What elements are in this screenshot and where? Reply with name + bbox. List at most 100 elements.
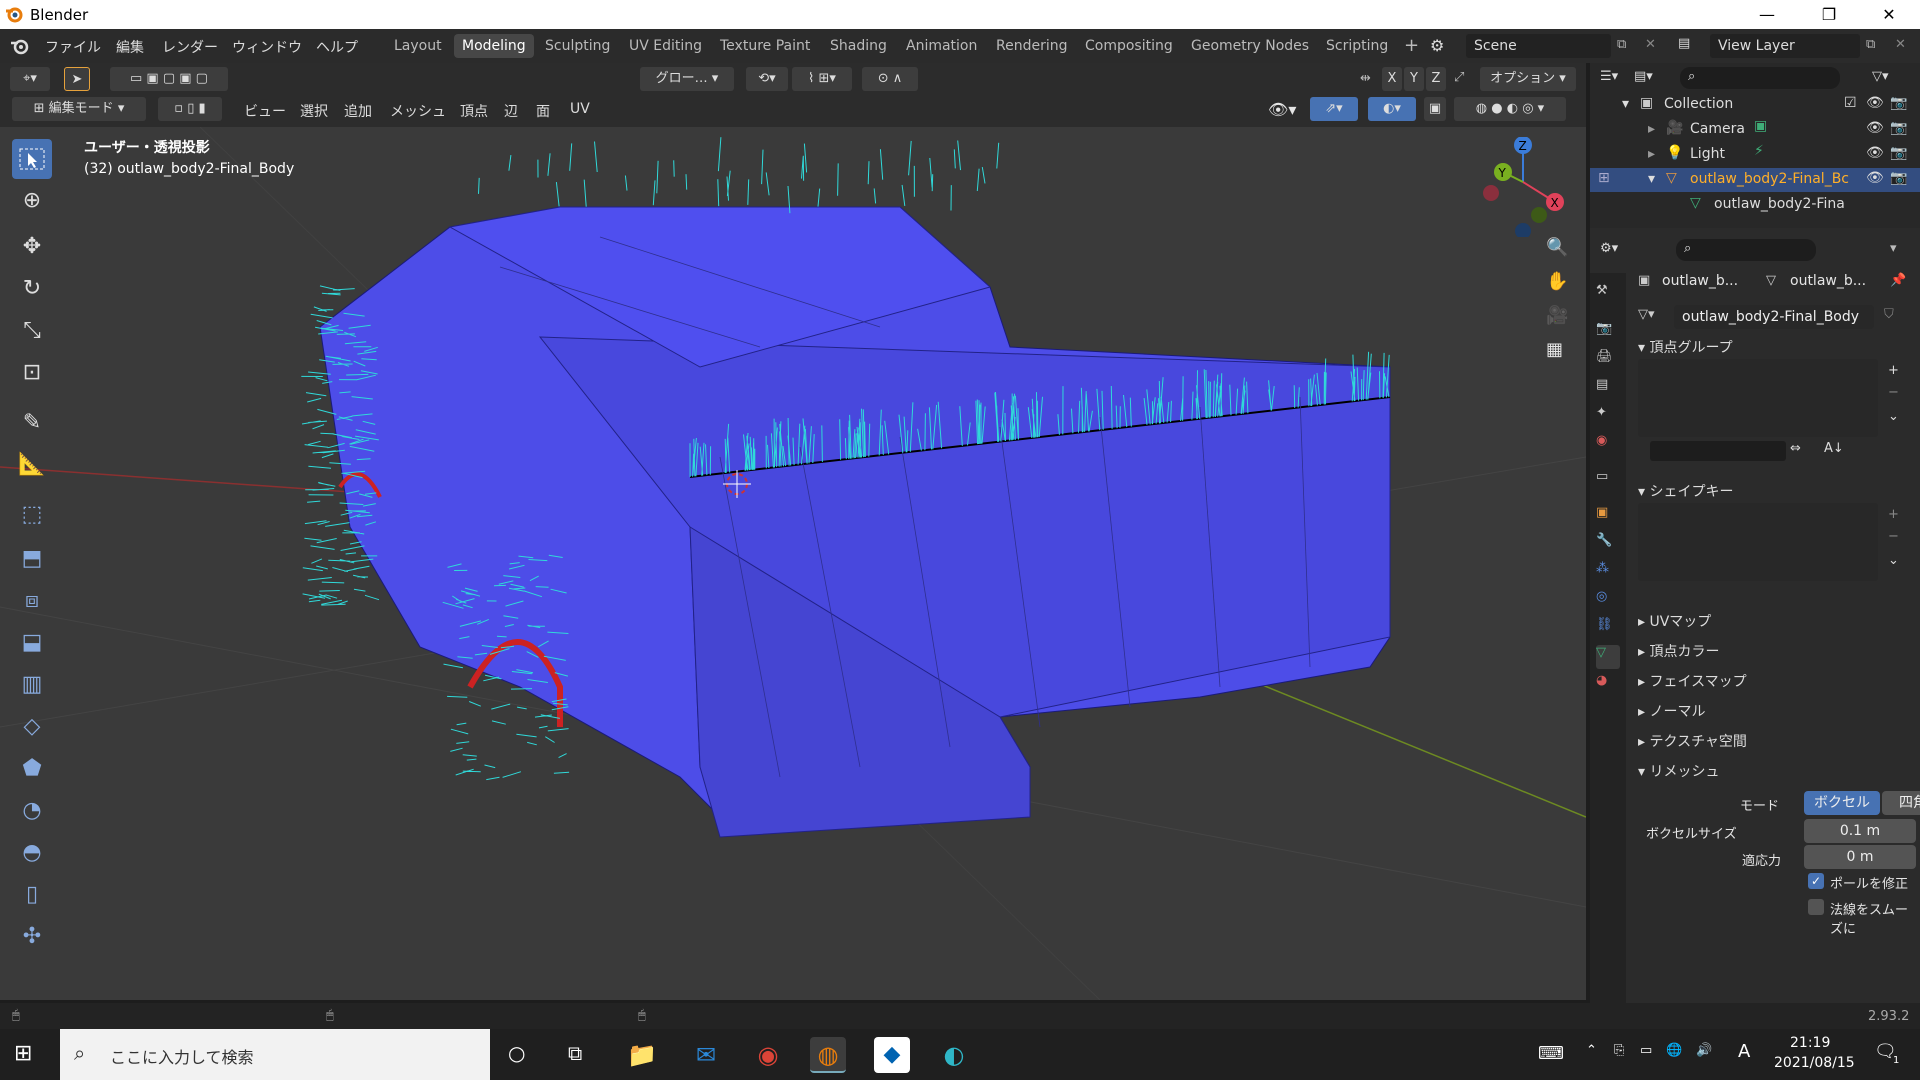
breadcrumb-mesh[interactable]: outlaw_b... bbox=[1790, 273, 1866, 289]
menu-file[interactable]: ファイル bbox=[45, 37, 101, 57]
render-camera-icon[interactable]: 📷 bbox=[1890, 145, 1907, 161]
render-camera-icon[interactable]: 📷 bbox=[1890, 120, 1907, 136]
tab-geometry-nodes[interactable]: Geometry Nodes bbox=[1183, 34, 1317, 58]
tab-rendering[interactable]: Rendering bbox=[988, 34, 1076, 58]
mesh-name-field[interactable]: outlaw_body2-Final_Body bbox=[1674, 305, 1874, 329]
delete-view-layer-icon[interactable]: ✕ bbox=[1895, 37, 1906, 52]
shape-keys-header[interactable]: ▾ シェイプキー bbox=[1638, 481, 1733, 501]
tool-tab-icon[interactable]: ⚒ bbox=[1596, 283, 1620, 307]
world-tab-icon[interactable]: ◉ bbox=[1596, 433, 1620, 457]
pin-icon[interactable]: 📌 bbox=[1890, 273, 1906, 288]
scene-selector[interactable]: Scene bbox=[1466, 34, 1611, 58]
menu-select[interactable]: 選択 bbox=[300, 101, 328, 121]
outliner-editor-icon[interactable]: ☰▾ bbox=[1600, 69, 1618, 84]
visibility-icon[interactable]: 👁▾ bbox=[1268, 100, 1296, 119]
fix-poles-checkbox[interactable]: ✓ bbox=[1808, 873, 1824, 889]
blender-menu-icon[interactable] bbox=[10, 37, 30, 55]
remove-shape-key-icon[interactable]: − bbox=[1888, 529, 1899, 544]
vertex-group-menu-icon[interactable]: ⌄ bbox=[1888, 409, 1899, 424]
add-workspace-button[interactable]: + bbox=[1396, 34, 1427, 58]
render-camera-icon[interactable]: 📷 bbox=[1890, 170, 1907, 186]
tab-scripting[interactable]: Scripting bbox=[1318, 34, 1396, 58]
render-tab-icon[interactable]: 📷 bbox=[1596, 321, 1620, 345]
uv-maps-header[interactable]: ▸ UVマップ bbox=[1638, 611, 1711, 631]
select-mode-buttons[interactable]: ▭ ▣ ▢ ▣ ▢ bbox=[110, 67, 228, 91]
measure-tool-icon[interactable]: 📐 bbox=[12, 445, 52, 485]
add-cube-tool-icon[interactable]: ⬚ bbox=[12, 495, 52, 535]
outliner-row-camera[interactable]: ▸ 🎥 Camera ▣ 👁 📷 bbox=[1590, 118, 1920, 142]
cursor-tool-icon[interactable]: ⊕ bbox=[12, 181, 52, 221]
mode-dropdown[interactable]: ⊞ 編集モード ▾ bbox=[12, 97, 146, 121]
clock-time[interactable]: 21:19 bbox=[1790, 1035, 1830, 1051]
vertex-colors-header[interactable]: ▸ 頂点カラー bbox=[1638, 641, 1719, 661]
spin-tool-icon[interactable]: ◔ bbox=[12, 791, 52, 831]
new-view-layer-icon[interactable]: ⧉ bbox=[1866, 37, 1875, 52]
menu-mesh[interactable]: メッシュ bbox=[390, 101, 446, 121]
tab-compositing[interactable]: Compositing bbox=[1077, 34, 1181, 58]
display-mode-icon[interactable]: ▤▾ bbox=[1634, 69, 1653, 84]
perspective-grid-icon[interactable]: ▦ bbox=[1546, 339, 1563, 360]
scene-tab-icon[interactable]: ✦ bbox=[1596, 405, 1620, 429]
expand-arrow-icon[interactable]: ▸ bbox=[1648, 121, 1655, 137]
store-app-icon[interactable]: ◆ bbox=[874, 1037, 910, 1073]
snap-icon[interactable]: ⌇ ⊞▾ bbox=[792, 67, 852, 91]
network-icon[interactable]: 🌐 bbox=[1666, 1043, 1682, 1058]
breadcrumb-object[interactable]: outlaw_b... bbox=[1662, 273, 1738, 289]
mail-icon[interactable]: ✉ bbox=[688, 1037, 724, 1073]
view-layer-tab-icon[interactable]: ▤ bbox=[1596, 377, 1620, 401]
pivot-point-icon[interactable]: ⟲▾ bbox=[746, 67, 788, 91]
volume-icon[interactable]: 🔊 bbox=[1696, 1043, 1712, 1058]
knife-tool-icon[interactable]: ◇ bbox=[12, 707, 52, 747]
menu-help[interactable]: ヘルプ bbox=[316, 37, 358, 57]
close-button[interactable]: ✕ bbox=[1858, 0, 1920, 29]
modifier-tab-icon[interactable]: 🔧 bbox=[1596, 533, 1620, 557]
edit-mode-icon[interactable]: ⊞ bbox=[1598, 170, 1610, 186]
transform-orientation-dropdown[interactable]: グロー… ▾ bbox=[640, 67, 734, 91]
file-explorer-icon[interactable]: 📁 bbox=[624, 1037, 660, 1073]
vertex-groups-header[interactable]: ▾ 頂点グループ bbox=[1638, 337, 1733, 357]
overlay-toggle-icon[interactable]: ◐▾ bbox=[1368, 97, 1416, 121]
cortana-icon[interactable]: ○ bbox=[508, 1041, 525, 1065]
element-select-mode[interactable]: ▫ ▯ ▮ bbox=[158, 97, 222, 121]
mesh-browse-icon[interactable]: ▽▾ bbox=[1638, 307, 1655, 322]
vertex-groups-list[interactable] bbox=[1638, 359, 1878, 437]
vertex-groups-filter-input[interactable] bbox=[1650, 441, 1786, 461]
blender-taskbar-icon[interactable]: ◍ bbox=[810, 1037, 846, 1073]
menu-add[interactable]: 追加 bbox=[344, 101, 372, 121]
taskbar-search-box[interactable]: ⌕ ここに入力して検索 bbox=[60, 1029, 490, 1080]
scene-icon[interactable]: ⚙ bbox=[1430, 36, 1444, 55]
visibility-eye-icon[interactable]: 👁 bbox=[1866, 170, 1884, 186]
menu-view[interactable]: ビュー bbox=[244, 101, 286, 121]
physics-tab-icon[interactable]: ◎ bbox=[1596, 589, 1620, 613]
rotate-tool-icon[interactable]: ↻ bbox=[12, 269, 52, 309]
move-tool-icon[interactable]: ✥ bbox=[12, 227, 52, 267]
delete-scene-icon[interactable]: ✕ bbox=[1645, 37, 1656, 52]
select-tool-icon[interactable]: ➤ bbox=[64, 67, 90, 91]
battery-icon[interactable]: ▭ bbox=[1640, 1043, 1652, 1058]
tray-chevron-icon[interactable]: ⌃ bbox=[1586, 1043, 1597, 1058]
mirror-x-toggle[interactable]: X bbox=[1382, 67, 1402, 91]
menu-edge[interactable]: 辺 bbox=[504, 101, 518, 121]
windows-start-icon[interactable]: ⊞ bbox=[14, 1041, 32, 1066]
particles-tab-icon[interactable]: ⁂ bbox=[1596, 561, 1620, 585]
add-vertex-group-icon[interactable]: + bbox=[1888, 363, 1899, 378]
output-tab-icon[interactable]: 🖨 bbox=[1596, 349, 1620, 373]
mesh-data-tab-icon[interactable]: ▽ bbox=[1596, 645, 1620, 669]
menu-uv[interactable]: UV bbox=[570, 101, 590, 117]
remove-vertex-group-icon[interactable]: − bbox=[1888, 385, 1899, 400]
outliner-row-collection[interactable]: ▾ ▣ Collection ☑ 👁 📷 bbox=[1590, 93, 1920, 117]
mesh-canvas[interactable] bbox=[0, 127, 1586, 1000]
bevel-tool-icon[interactable]: ⬓ bbox=[12, 623, 52, 663]
menu-face[interactable]: 面 bbox=[536, 101, 550, 121]
proportional-edit-icon[interactable]: ⊙ ∧ bbox=[862, 67, 918, 91]
collection-checkbox[interactable]: ☑ bbox=[1844, 95, 1857, 111]
topology-mirror-icon[interactable]: ⤢ bbox=[1454, 70, 1464, 85]
mirror-icon[interactable]: ⇹ bbox=[1360, 71, 1371, 86]
adaptivity-field[interactable]: 0 m bbox=[1804, 845, 1916, 869]
new-scene-icon[interactable]: ⧉ bbox=[1617, 37, 1626, 52]
maximize-button[interactable]: ❐ bbox=[1798, 0, 1860, 29]
collection-tab-icon[interactable]: ▭ bbox=[1596, 469, 1620, 493]
scale-tool-icon[interactable]: ⤡ bbox=[12, 311, 52, 351]
properties-search-input[interactable]: ⌕ bbox=[1676, 239, 1816, 261]
transform-tool-icon[interactable]: ⊡ bbox=[12, 353, 52, 393]
